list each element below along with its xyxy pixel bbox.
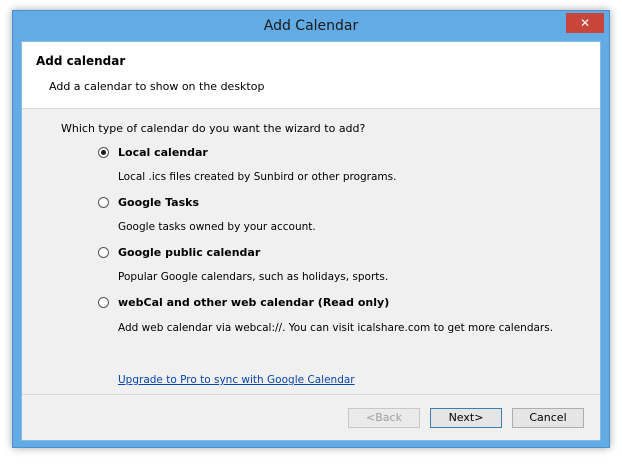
option-description: Google tasks owned by your account. [118, 221, 316, 233]
header-subtitle: Add a calendar to show on the desktop [49, 80, 265, 93]
wizard-body: Add calendar Add a calendar to show on t… [21, 41, 601, 441]
add-calendar-window: Add Calendar ✕ Add calendar Add a calend… [12, 10, 610, 448]
footer-divider [22, 394, 600, 395]
close-icon: ✕ [579, 16, 591, 30]
option-description: Popular Google calendars, such as holida… [118, 271, 389, 283]
option-label: Local calendar [118, 146, 208, 159]
close-button[interactable]: ✕ [566, 13, 604, 33]
option-description: Local .ics files created by Sunbird or o… [118, 171, 397, 183]
window-title: Add Calendar [263, 18, 359, 34]
radio-google-public-calendar[interactable] [98, 247, 109, 258]
option-description: Add web calendar via webcal://. You can … [118, 322, 554, 334]
cancel-button[interactable]: Cancel [512, 408, 584, 428]
back-button[interactable]: <Back [348, 408, 420, 428]
option-webcal[interactable]: webCal and other web calendar (Read only… [98, 296, 389, 309]
radio-webcal[interactable] [98, 297, 109, 308]
option-label: Google Tasks [118, 196, 199, 209]
wizard-header: Add calendar Add a calendar to show on t… [22, 42, 600, 109]
radio-google-tasks[interactable] [98, 197, 109, 208]
option-google-tasks[interactable]: Google Tasks [98, 196, 199, 209]
title-bar[interactable]: Add Calendar ✕ [13, 11, 609, 41]
upgrade-link[interactable]: Upgrade to Pro to sync with Google Calen… [118, 374, 355, 386]
option-label: Google public calendar [118, 246, 261, 259]
next-button[interactable]: Next> [430, 408, 502, 428]
option-local-calendar[interactable]: Local calendar [98, 146, 208, 159]
option-google-public-calendar[interactable]: Google public calendar [98, 246, 260, 259]
question-label: Which type of calendar do you want the w… [61, 122, 366, 135]
header-title: Add calendar [36, 54, 126, 68]
option-label: webCal and other web calendar (Read only… [118, 296, 390, 309]
radio-local-calendar[interactable] [98, 147, 109, 158]
